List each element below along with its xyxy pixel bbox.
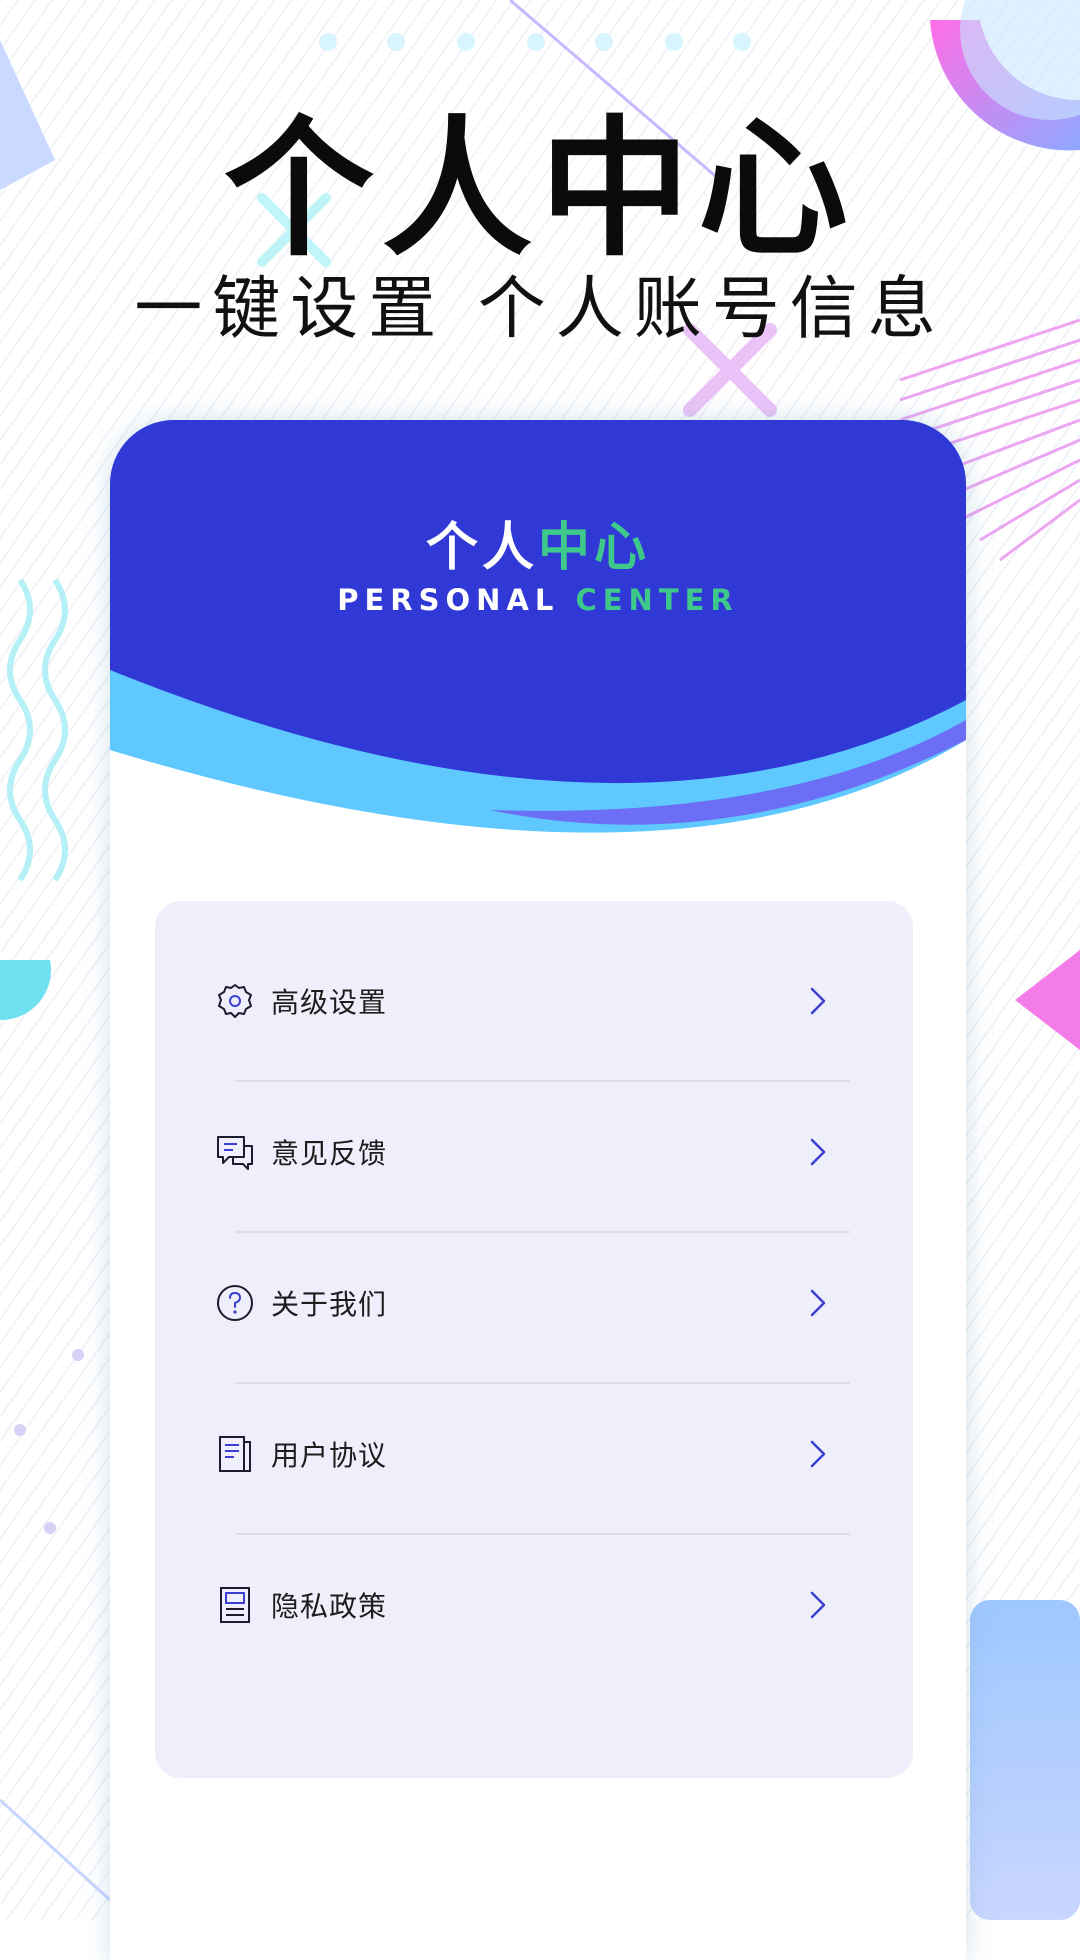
chevron-right-icon xyxy=(810,1289,826,1317)
chevron-right-icon xyxy=(810,1440,826,1468)
gear-icon xyxy=(218,984,252,1018)
menu-item-about-us[interactable]: 关于我们 xyxy=(155,1228,913,1378)
phone-screen: 个人中心 PERSONAL CENTER 高级设置 意见反馈 关于我们 用户协议… xyxy=(110,420,966,1960)
header-wave-background xyxy=(110,420,966,833)
question-circle-icon xyxy=(217,1285,253,1321)
chevron-right-icon xyxy=(810,1591,826,1619)
brand-en-white: PERSONAL xyxy=(337,583,560,617)
brand-en-accent: CENTER xyxy=(575,583,739,617)
promo-subtitle: 一键设置 个人账号信息 xyxy=(134,270,946,349)
brand-cn-white: 个人 xyxy=(425,518,538,578)
menu-item-label: 关于我们 xyxy=(271,1288,388,1321)
chat-bubbles-icon xyxy=(217,1136,253,1170)
menu-item-privacy-policy[interactable]: 隐私政策 xyxy=(155,1530,913,1680)
menu-item-advanced-settings[interactable]: 高级设置 xyxy=(155,926,913,1076)
menu-item-feedback[interactable]: 意见反馈 xyxy=(155,1077,913,1227)
menu-item-user-agreement[interactable]: 用户协议 xyxy=(155,1379,913,1529)
promo-title: 个人中心 xyxy=(223,103,856,277)
chevron-right-icon xyxy=(810,1138,826,1166)
menu-item-label: 意见反馈 xyxy=(271,1137,388,1170)
agreement-document-icon xyxy=(219,1436,251,1472)
menu-item-label: 隐私政策 xyxy=(271,1590,388,1623)
menu-item-label: 高级设置 xyxy=(271,986,388,1019)
menu-item-label: 用户协议 xyxy=(271,1439,388,1472)
chevron-right-icon xyxy=(810,987,826,1015)
brand-logo-en: PERSONAL CENTER xyxy=(110,582,966,618)
menu-card: 高级设置 意见反馈 关于我们 用户协议 隐私政策 xyxy=(155,901,913,1778)
brand-logo-cn: 个人中心 xyxy=(110,518,966,578)
brand-cn-accent: 中心 xyxy=(538,518,651,578)
privacy-book-icon xyxy=(220,1587,250,1623)
